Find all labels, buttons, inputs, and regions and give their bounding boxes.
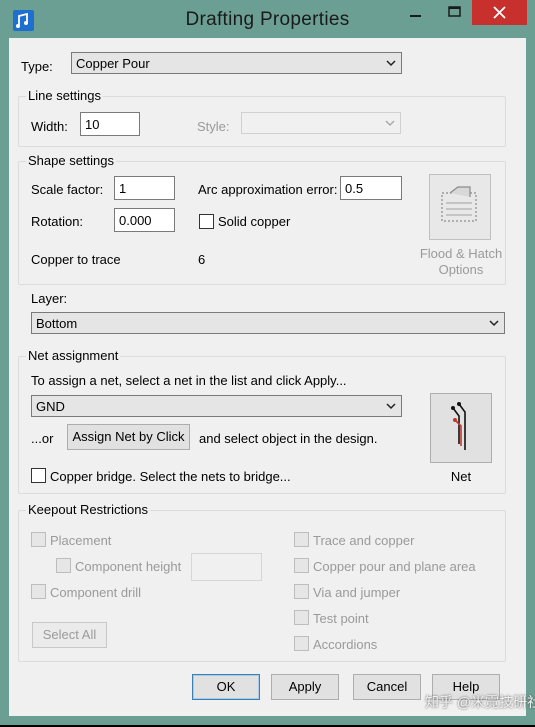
type-select[interactable]: Copper Pour [71,52,402,74]
test-point-label: Test point [313,611,369,626]
maximize-icon [448,6,461,17]
solid-copper-checkbox[interactable] [199,214,214,229]
net-instruction: To assign a net, select a net in the lis… [31,373,347,388]
component-height-checkbox [56,558,71,573]
layer-select[interactable]: Bottom [31,312,505,334]
net-button-label: Net [450,469,472,484]
rotation-value: 0.000 [119,213,152,228]
flood-hatch-label-1: Flood & Hatch [419,246,503,261]
rotation-label: Rotation: [31,214,84,229]
copper-bridge-checkbox[interactable] [31,468,46,483]
via-jumper-checkbox [294,584,309,599]
close-icon [493,6,506,19]
component-height-input [191,553,262,581]
assign-after-text: and select object in the design. [199,431,378,446]
dialog-window: Drafting Properties Type: Copper Pour Li… [0,0,535,725]
component-drill-label: Component drill [50,585,142,600]
scale-factor-value: 1 [119,181,127,196]
test-point-checkbox [294,610,309,625]
placement-label: Placement [50,533,112,548]
watermark-text: 知乎 @米霓技研社 [425,694,535,710]
arc-approx-input[interactable]: 0.5 [340,176,402,200]
layer-label: Layer: [31,291,68,306]
flood-hatch-label-2: Options [438,262,484,277]
type-label: Type: [21,59,53,74]
arc-approx-value: 0.5 [345,181,364,196]
arc-approx-label: Arc approximation error: [198,182,338,197]
minimize-button[interactable] [395,0,437,25]
accordions-checkbox [294,636,309,651]
layer-value: Bottom [36,316,78,331]
maximize-button[interactable] [437,0,472,25]
minimize-icon [410,15,421,17]
net-select[interactable]: GND [31,395,402,417]
copper-to-trace-label: Copper to trace [31,252,121,267]
style-select [241,112,401,134]
scale-factor-input[interactable]: 1 [114,176,175,200]
flood-hatch-button[interactable] [429,174,491,240]
keepout-title: Keepout Restrictions [26,502,150,517]
select-all-button: Select All [32,622,107,648]
copper-to-trace-value: 6 [198,252,206,267]
title-bar[interactable]: Drafting Properties [0,0,535,38]
scale-factor-label: Scale factor: [31,182,104,197]
copper-pour-plane-checkbox [294,558,309,573]
width-input[interactable]: 10 [80,112,140,136]
style-label: Style: [197,119,230,134]
solid-copper-label: Solid copper [218,214,291,229]
assign-net-by-click-button[interactable]: Assign Net by Click [67,424,190,450]
width-value: 10 [85,117,100,132]
component-height-label: Component height [75,559,182,574]
shape-settings-title: Shape settings [26,153,117,168]
cancel-button[interactable]: Cancel [353,674,421,700]
component-drill-checkbox [31,584,46,599]
net-value: GND [36,399,65,414]
apply-button[interactable]: Apply [271,674,339,700]
or-label: ...or [31,431,54,446]
chevron-down-icon [489,320,499,327]
flood-hatch-icon [441,186,477,222]
trace-copper-checkbox [294,532,309,547]
trace-copper-label: Trace and copper [313,533,415,548]
width-label: Width: [31,119,68,134]
chevron-down-icon [386,60,396,67]
net-trace-icon [451,402,466,450]
accordions-label: Accordions [313,637,378,652]
via-jumper-label: Via and jumper [313,585,401,600]
chevron-down-icon [385,120,395,127]
placement-checkbox [31,532,46,547]
dialog-body: Type: Copper Pour Line settings Width: 1… [9,38,526,716]
close-button[interactable] [472,0,527,25]
copper-pour-plane-label: Copper pour and plane area [313,559,476,574]
ok-button[interactable]: OK [192,674,260,700]
line-settings-title: Line settings [26,88,103,103]
type-value: Copper Pour [76,56,150,71]
net-pick-button[interactable] [430,393,492,463]
net-assignment-title: Net assignment [26,348,121,363]
chevron-down-icon [386,403,396,410]
rotation-input[interactable]: 0.000 [114,208,175,232]
copper-bridge-label: Copper bridge. Select the nets to bridge… [50,469,291,484]
